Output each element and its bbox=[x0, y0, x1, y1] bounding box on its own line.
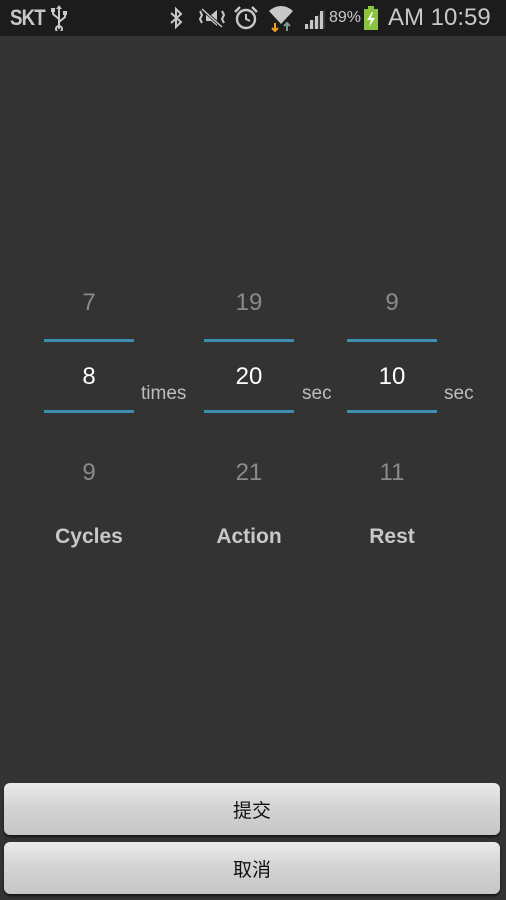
cycles-prev-value[interactable]: 7 bbox=[44, 289, 134, 317]
action-current-value[interactable]: 20 bbox=[204, 363, 294, 391]
selection-divider bbox=[44, 410, 134, 413]
rest-unit-label: sec bbox=[444, 383, 474, 404]
action-unit-label: sec bbox=[302, 383, 332, 404]
rest-current-value[interactable]: 10 bbox=[347, 363, 437, 391]
rest-caption: Rest bbox=[369, 525, 415, 548]
submit-button[interactable]: 提交 bbox=[4, 783, 500, 835]
cancel-button[interactable]: 取消 bbox=[4, 842, 500, 894]
cycles-current-value[interactable]: 8 bbox=[44, 363, 134, 391]
action-next-value[interactable]: 21 bbox=[204, 459, 294, 487]
signal-icon bbox=[303, 0, 327, 36]
battery-charging-icon bbox=[363, 0, 379, 36]
alarm-icon bbox=[233, 0, 259, 36]
clock: AM 10:59 bbox=[388, 4, 491, 31]
selection-divider bbox=[347, 410, 437, 413]
selection-divider bbox=[347, 339, 437, 342]
cycles-next-value[interactable]: 9 bbox=[44, 459, 134, 487]
vibrate-mute-icon bbox=[198, 0, 226, 36]
selection-divider bbox=[44, 339, 134, 342]
action-prev-value[interactable]: 19 bbox=[204, 289, 294, 317]
carrier-label: SKT bbox=[10, 5, 46, 30]
action-caption: Action bbox=[216, 525, 282, 548]
status-bar: SKT 89% AM 10:59 bbox=[0, 0, 506, 36]
rest-next-value[interactable]: 11 bbox=[347, 459, 437, 487]
battery-percent: 89% bbox=[329, 9, 362, 26]
cycles-caption: Cycles bbox=[55, 525, 123, 548]
selection-divider bbox=[204, 410, 294, 413]
cycles-unit-label: times bbox=[141, 383, 187, 404]
rest-prev-value[interactable]: 9 bbox=[347, 289, 437, 317]
usb-icon bbox=[50, 0, 68, 36]
bluetooth-icon bbox=[169, 0, 183, 36]
wifi-icon bbox=[267, 0, 295, 36]
selection-divider bbox=[204, 339, 294, 342]
